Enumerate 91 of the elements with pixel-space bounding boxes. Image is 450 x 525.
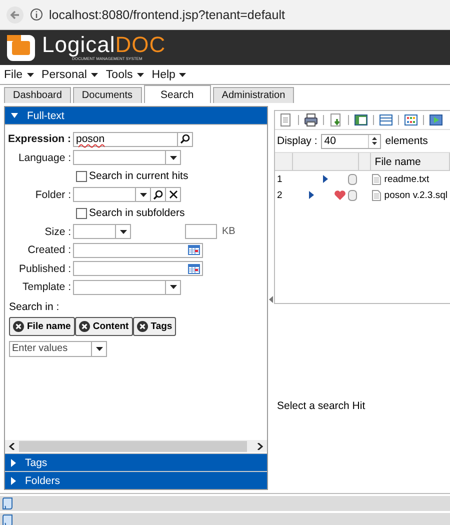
field-label: Template : — [22, 281, 71, 294]
display-unit: elements — [385, 135, 428, 147]
calendar-icon[interactable] — [188, 245, 200, 256]
result-row[interactable]: 1 readme.txt — [275, 170, 450, 187]
select-field[interactable] — [73, 150, 181, 166]
grid-icon[interactable] — [404, 113, 418, 127]
printer-icon[interactable] — [304, 113, 318, 127]
caret-icon — [136, 72, 144, 76]
display-label: Display : — [277, 135, 318, 147]
field-label: Language : — [17, 152, 71, 164]
logo-icon — [6, 34, 36, 62]
tab[interactable]: Documents — [72, 87, 142, 103]
search-in-label: Search in : — [9, 300, 60, 312]
expression-field[interactable]: poson — [73, 132, 193, 147]
row-number: 2 — [276, 188, 284, 202]
search-icon[interactable] — [153, 190, 163, 200]
result-row[interactable]: 2 poson v.2.3.sql — [275, 187, 450, 203]
field-label: Created : — [26, 244, 71, 256]
logo-text: LogicalDOC — [42, 34, 166, 56]
expand-arrow-icon[interactable] — [11, 476, 16, 484]
row-number: 1 — [275, 170, 292, 187]
field-label: Size : — [44, 226, 71, 238]
calendar-icon[interactable] — [188, 264, 200, 274]
section-header[interactable]: Tags — [5, 453, 267, 471]
scroll-left-icon[interactable] — [9, 442, 15, 450]
field-label: Expression : — [7, 133, 71, 146]
list-icon[interactable] — [379, 113, 393, 127]
menu-item[interactable]: Help — [152, 68, 186, 80]
section-header[interactable]: Full-text — [5, 107, 267, 125]
display-count-field[interactable]: 40 — [321, 134, 382, 148]
checkbox[interactable] — [76, 170, 87, 182]
dropdown-arrow-icon[interactable] — [170, 285, 176, 290]
dropdown-arrow-icon[interactable] — [96, 346, 102, 350]
dropdown-arrow-icon[interactable] — [140, 192, 146, 197]
tab[interactable]: Search — [144, 85, 211, 103]
menu-item[interactable]: Tools — [106, 68, 144, 80]
scroll-icon[interactable] — [2, 514, 13, 525]
date-field[interactable] — [73, 261, 203, 276]
database-icon — [348, 190, 357, 200]
size-operator-field[interactable] — [73, 224, 131, 240]
caret-icon — [179, 72, 186, 76]
checkbox[interactable] — [76, 208, 87, 219]
preview-message: Select a search Hit — [277, 400, 366, 412]
section-header[interactable]: Folders — [5, 471, 267, 489]
size-field[interactable] — [185, 224, 217, 240]
dropdown-arrow-icon[interactable] — [170, 156, 176, 160]
remove-icon[interactable] — [78, 320, 90, 332]
database-icon — [348, 174, 357, 184]
spin-up-icon[interactable] — [372, 137, 378, 140]
caret-icon — [90, 72, 98, 76]
size-unit: KB — [222, 226, 236, 238]
date-field[interactable] — [73, 242, 203, 258]
checkbox-label: Search in subfolders — [89, 207, 185, 220]
expand-arrow-icon[interactable] — [11, 458, 16, 466]
column-header[interactable]: File name — [370, 153, 450, 170]
caret-icon — [26, 72, 34, 76]
file-icon — [372, 174, 382, 184]
back-icon[interactable] — [6, 6, 24, 24]
collapse-arrow-icon[interactable] — [11, 113, 18, 118]
file-name: poson v.2.3.sql — [384, 190, 448, 200]
scroll-icon[interactable] — [2, 497, 13, 510]
window-icon[interactable] — [354, 113, 368, 127]
dropdown-arrow-icon[interactable] — [120, 230, 126, 234]
filter-chip[interactable]: File name — [9, 316, 75, 336]
horizontal-scrollbar[interactable] — [5, 440, 267, 452]
checkbox-label: Search in current hits — [89, 170, 188, 182]
field-label: Published : — [18, 262, 71, 275]
filter-chip[interactable]: Content — [74, 316, 133, 336]
clear-icon[interactable] — [168, 190, 178, 200]
tab[interactable]: Administration — [212, 87, 294, 103]
search-icon[interactable] — [180, 134, 190, 144]
file-icon — [372, 190, 382, 200]
tab[interactable]: Dashboard — [4, 87, 71, 103]
values-field[interactable]: Enter values — [9, 340, 107, 356]
remove-icon[interactable] — [13, 320, 24, 332]
scroll-right-icon[interactable] — [257, 442, 263, 450]
expand-row-icon[interactable] — [322, 175, 328, 183]
filter-chip[interactable]: Tags — [132, 316, 176, 336]
file-name: readme.txt — [384, 174, 430, 184]
field-label: Folder : — [34, 188, 71, 201]
folder-field[interactable] — [73, 187, 181, 202]
spin-down-icon[interactable] — [372, 142, 378, 145]
play-icon[interactable] — [429, 113, 443, 127]
remove-icon[interactable] — [136, 320, 148, 332]
download-icon[interactable] — [329, 113, 343, 127]
expand-row-icon[interactable] — [308, 191, 314, 199]
new-document-icon[interactable] — [279, 113, 293, 127]
menu-item[interactable]: File — [4, 68, 34, 80]
info-icon[interactable] — [30, 8, 43, 21]
menu-item[interactable]: Personal — [42, 68, 98, 80]
select-field[interactable] — [73, 280, 181, 295]
